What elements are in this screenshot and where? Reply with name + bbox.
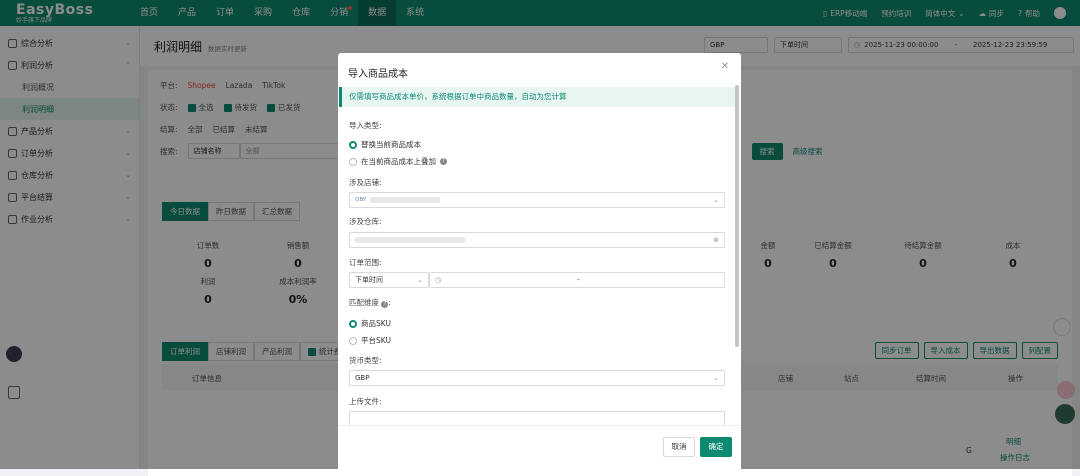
upload-label: 上传文件: [349,397,382,406]
blurred-text [355,237,465,243]
import-cost-modal: 导入商品成本 ✕ 仅需填写商品成本单价，系统根据订单中商品数量，自动为您计算 导… [338,53,741,469]
currency-label: 货币类型: [349,356,382,365]
close-icon[interactable]: ✕ [721,61,729,72]
range-date-picker[interactable]: ◷ - [429,272,725,288]
cancel-button[interactable]: 取消 [663,437,695,457]
radio-platform-sku-label: 平台SKU [361,336,391,345]
radio-product-sku-label: 商品SKU [361,319,391,328]
chevron-down-icon: ⌄ [417,276,423,284]
range-label: 订单范围: [349,258,382,267]
radio-product-sku[interactable]: 商品SKU [349,318,391,329]
radio-replace[interactable]: 替换当前商品成本 [349,139,421,150]
shop-label: 涉及店铺: [349,178,382,187]
currency-select[interactable]: GBP ⌄ [349,370,725,386]
match-label-text: 匹配维度 [349,298,379,307]
range-type-select[interactable]: 下单时间 ⌄ [349,272,429,288]
modal-scrollbar[interactable] [735,85,739,347]
radio-add-label: 在当前商品成本上叠加 [361,157,436,166]
radio-replace-label: 替换当前商品成本 [361,140,421,149]
shop-select[interactable]: OBY ⌄ [349,192,725,208]
range-separator: - [577,276,580,284]
warehouse-select[interactable]: ⊗ [349,232,725,248]
shop-value: OBY [355,197,367,203]
blurred-text [370,197,441,203]
modal-title: 导入商品成本 [348,69,408,80]
radio-add[interactable]: 在当前商品成本上叠加? [349,156,447,167]
radio-icon [349,157,357,166]
warehouse-label: 涉及仓库: [349,217,382,226]
radio-platform-sku[interactable]: 平台SKU [349,335,391,346]
clear-icon[interactable]: ⊗ [713,236,719,244]
info-icon: ? [381,301,389,308]
clock-icon: ◷ [435,276,442,284]
confirm-button[interactable]: 确定 [700,437,732,457]
radio-icon [349,140,357,149]
import-type-label: 导入类型: [349,121,382,130]
range-type-value: 下单时间 [355,276,383,284]
match-label: 匹配维度 ?: [349,298,391,308]
chevron-down-icon: ⌄ [713,196,719,204]
chevron-down-icon: ⌄ [713,374,719,382]
info-icon: ? [440,158,447,165]
radio-icon [349,336,357,345]
currency-value: GBP [355,374,370,382]
notice-banner: 仅需填写商品成本单价，系统根据订单中商品数量，自动为您计算 [339,87,739,107]
radio-icon [349,319,357,328]
modal-footer: 取消 确定 [338,425,741,469]
